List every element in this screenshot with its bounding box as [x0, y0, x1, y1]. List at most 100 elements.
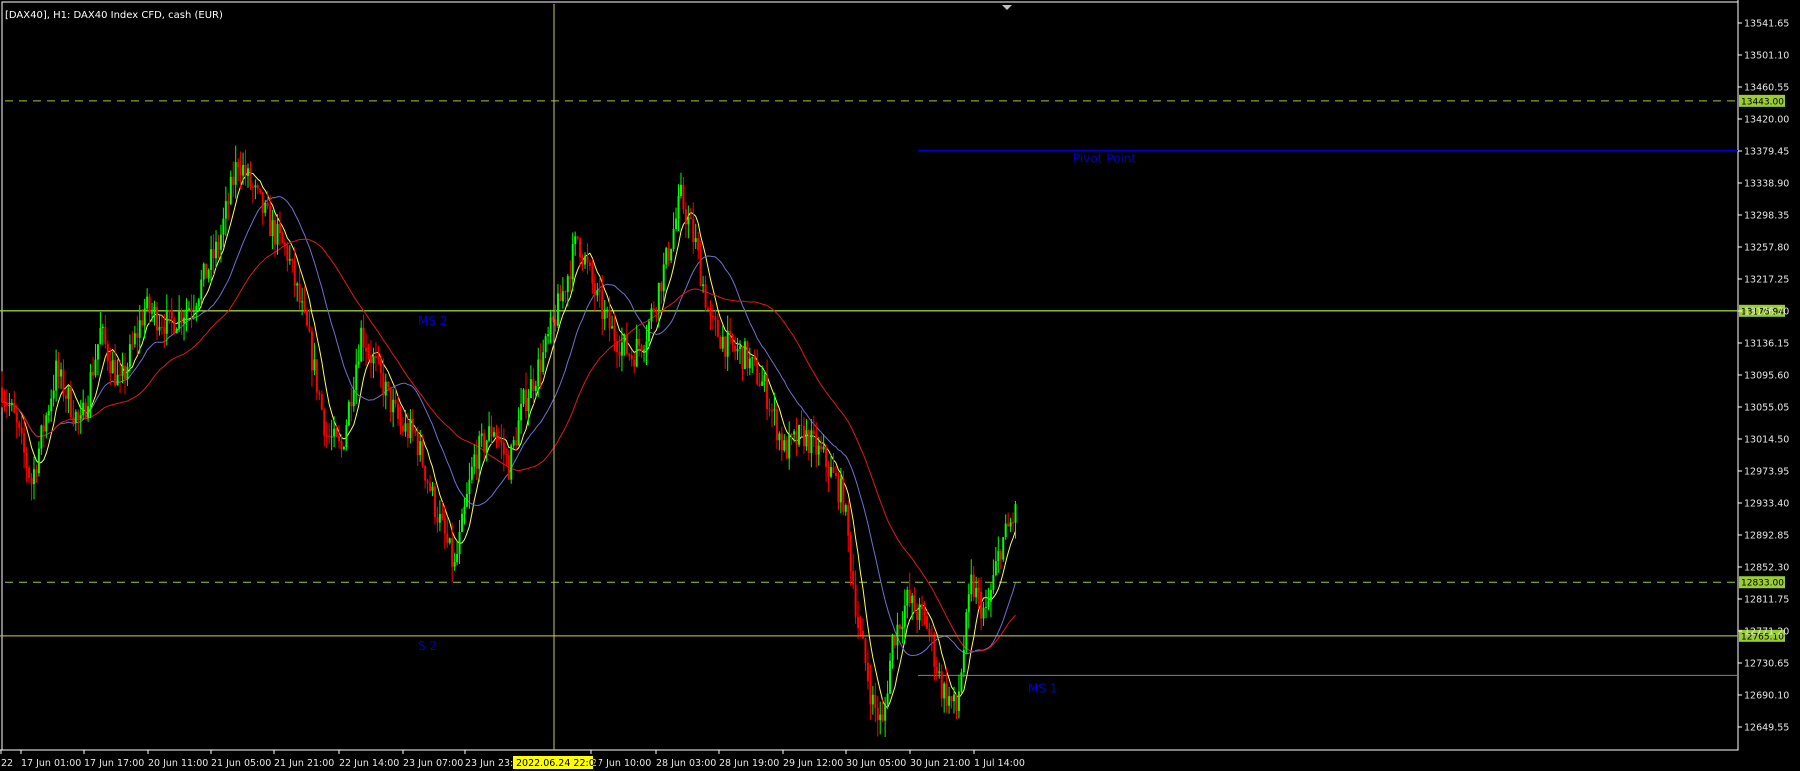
bull-candle: [623, 334, 626, 343]
bear-candle: [505, 454, 508, 456]
price-chart[interactable]: MS 2 S 2 Pivot Point MS 1 13443.0013176.941…: [0, 0, 1800, 771]
bull-candle: [264, 202, 267, 213]
bull-candle: [448, 538, 451, 543]
bull-candle: [465, 494, 468, 507]
bear-candle: [163, 327, 166, 334]
bear-candle: [320, 394, 323, 410]
bear-candle: [1012, 522, 1015, 524]
bull-candle: [527, 397, 530, 412]
bull-candle: [461, 513, 464, 532]
bear-candle: [490, 426, 493, 437]
bull-candle: [47, 411, 50, 416]
bull-candle: [537, 359, 540, 386]
chart-window[interactable]: MS 2 S 2 Pivot Point MS 1 13443.00 13176.94 1…: [0, 0, 1800, 771]
bear-candle: [232, 176, 235, 185]
bull-candle: [694, 238, 697, 243]
ma-mid-line: [2, 196, 1016, 657]
bear-candle: [441, 513, 444, 519]
bear-candle: [719, 336, 722, 349]
bull-candle: [989, 589, 992, 602]
bull-candle: [94, 359, 97, 376]
bull-candle: [301, 301, 304, 303]
bear-candle: [205, 263, 208, 279]
bull-candle: [889, 660, 892, 694]
bear-candle: [857, 616, 860, 628]
bear-candle: [1007, 523, 1010, 527]
bear-candle: [421, 441, 424, 466]
bear-candle: [849, 535, 852, 572]
bull-candle: [620, 342, 623, 356]
bull-candle: [520, 403, 523, 421]
bear-candle: [593, 283, 596, 296]
bear-candle: [569, 276, 572, 280]
bull-candle: [788, 433, 791, 459]
bull-candle: [347, 401, 350, 426]
bull-candle: [736, 349, 739, 352]
bear-candle: [141, 320, 144, 326]
bear-candle: [729, 330, 732, 335]
x-tick-label: 17 Jun 01:00: [21, 758, 81, 769]
bull-candle: [392, 399, 395, 413]
bull-candle: [603, 309, 606, 319]
bear-candle: [586, 256, 589, 263]
bull-candle: [906, 589, 909, 606]
bear-candle: [564, 291, 567, 293]
y-tick-label: 13420.00: [1744, 115, 1789, 126]
bear-candle: [707, 308, 710, 311]
bull-candle: [485, 440, 488, 452]
bear-candle: [237, 162, 240, 168]
bull-candle: [111, 360, 114, 374]
bull-candle: [342, 446, 345, 450]
bear-candle: [554, 319, 557, 326]
bear-candle: [269, 206, 272, 237]
bull-candle: [761, 381, 764, 386]
bear-candle: [281, 232, 284, 243]
bear-candle: [244, 164, 247, 176]
bull-candle: [783, 440, 786, 451]
bear-candle: [741, 346, 744, 369]
bull-candle: [158, 326, 161, 331]
pivot-point-label: Pivot Point: [1073, 152, 1136, 166]
y-tick-label: 13095.60: [1744, 371, 1789, 382]
bull-candle: [79, 415, 82, 419]
bear-candle: [416, 432, 419, 455]
bull-candle: [748, 358, 751, 369]
bull-candle: [101, 326, 104, 328]
bear-candle: [374, 356, 377, 358]
bull-candle: [726, 330, 729, 357]
bear-candle: [940, 671, 943, 699]
bear-candle: [893, 634, 896, 646]
y-tick-label: 13541.65: [1744, 19, 1789, 30]
bear-candle: [362, 327, 365, 348]
bear-candle: [854, 584, 857, 617]
bear-candle: [950, 696, 953, 702]
bear-candle: [18, 422, 21, 428]
bull-candle: [542, 352, 545, 372]
crosshair-time-text: 2022.06.24 22:00: [516, 758, 601, 769]
bear-candle: [106, 343, 109, 362]
bull-candle: [178, 311, 181, 329]
y-tick-label: 13298.35: [1744, 211, 1789, 222]
bull-candle: [409, 418, 412, 439]
bull-candle: [606, 309, 609, 311]
bull-candle: [96, 344, 99, 360]
bull-candle: [74, 411, 77, 423]
bear-candle: [286, 245, 289, 261]
bear-candle: [291, 259, 294, 261]
bear-candle: [660, 283, 663, 292]
bear-candle: [160, 326, 163, 328]
bear-candle: [131, 344, 134, 346]
bull-candle: [965, 612, 968, 650]
bull-candle: [871, 694, 874, 705]
bear-candle: [249, 168, 252, 187]
x-tick-label: 22: [1, 758, 13, 769]
bull-candle: [635, 338, 638, 367]
bear-candle: [367, 351, 370, 356]
bull-candle: [116, 374, 119, 386]
bear-candle: [401, 425, 404, 432]
bear-candle: [180, 311, 183, 324]
bull-candle: [45, 415, 48, 432]
bear-candle: [475, 454, 478, 469]
shift-marker-icon[interactable]: [1002, 5, 1012, 10]
bear-candle: [913, 595, 916, 612]
